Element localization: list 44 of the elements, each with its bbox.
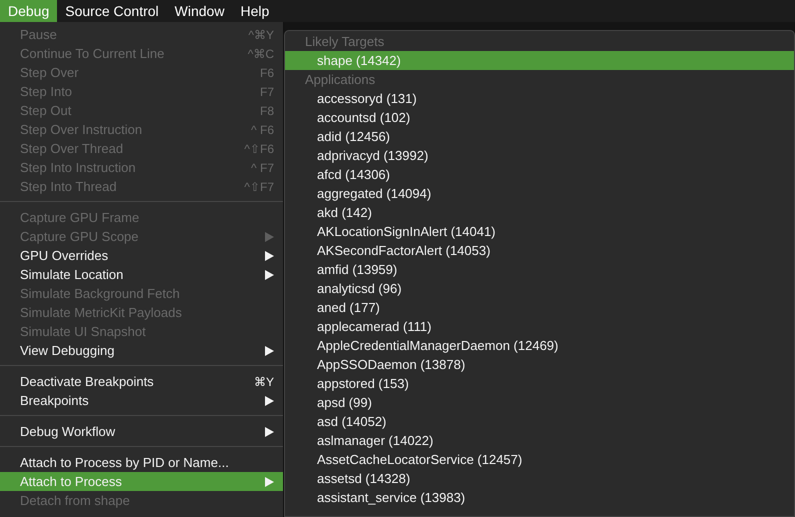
shortcut-label: F8 xyxy=(260,104,274,118)
shortcut-label: ^ F6 xyxy=(251,122,274,136)
process-item[interactable]: amfid (13959) xyxy=(285,260,794,279)
process-item[interactable]: analyticsd (96) xyxy=(285,279,794,298)
process-item[interactable]: AppleCredentialManagerDaemon (12469) xyxy=(285,336,794,355)
process-item[interactable]: applecamerad (111) xyxy=(285,317,794,336)
process-item[interactable]: aggregated (14094) xyxy=(285,184,794,203)
process-item[interactable]: asd (14052) xyxy=(285,412,794,431)
section-header: Applications xyxy=(304,71,376,89)
shortcut-label: F7 xyxy=(260,84,274,98)
menu-bar-item[interactable]: Source Control xyxy=(57,0,167,22)
menu-item[interactable]: Deactivate Breakpoints ⌘Y xyxy=(0,372,283,391)
shortcut-label: ^ F7 xyxy=(251,160,274,174)
shortcut-label: ^⌘Y xyxy=(248,28,274,42)
shortcut-label: ^⌘C xyxy=(248,46,274,60)
menu-item[interactable]: Debug Workflow xyxy=(0,422,283,441)
menu-item[interactable]: Simulate Location xyxy=(0,265,283,284)
menu-bar-item[interactable]: Help xyxy=(232,0,278,22)
menu-item[interactable]: Breakpoints xyxy=(0,391,283,410)
section-header: Likely Targets xyxy=(304,33,386,51)
process-item[interactable]: AKSecondFactorAlert (14053) xyxy=(285,241,794,260)
menu-bar-item[interactable]: Window xyxy=(166,0,232,22)
menu-item[interactable]: Attach to Process by PID or Name... xyxy=(0,453,283,472)
process-item[interactable]: AKLocationSignInAlert (14041) xyxy=(285,222,794,241)
shortcut-label: ⌘Y xyxy=(254,374,274,388)
process-item[interactable]: adid (12456) xyxy=(285,127,794,146)
process-item[interactable]: aned (177) xyxy=(285,298,794,317)
process-item[interactable]: accountsd (102) xyxy=(285,108,794,127)
process-item[interactable]: apsd (99) xyxy=(285,393,794,412)
shortcut-label: ^⇧F6 xyxy=(244,142,274,156)
menu-item[interactable]: View Debugging xyxy=(0,341,283,360)
process-item[interactable]: aslmanager (14022) xyxy=(285,431,794,450)
process-item[interactable]: appstored (153) xyxy=(285,374,794,393)
process-item[interactable]: adprivacyd (13992) xyxy=(285,146,794,165)
process-item[interactable]: AssetCacheLocatorService (12457) xyxy=(285,450,794,469)
shortcut-label: F6 xyxy=(260,66,274,80)
process-item[interactable]: AppSSODaemon (13878) xyxy=(285,355,794,374)
process-item[interactable]: afcd (14306) xyxy=(285,165,794,184)
process-item[interactable]: akd (142) xyxy=(285,203,794,222)
process-item[interactable]: accessoryd (131) xyxy=(285,89,794,108)
shortcut-label: ^⇧F7 xyxy=(244,180,274,194)
process-item[interactable]: assetsd (14328) xyxy=(285,469,794,488)
menu-item[interactable]: GPU Overrides xyxy=(0,246,283,265)
process-item[interactable]: assistant_service (13983) xyxy=(285,488,794,507)
